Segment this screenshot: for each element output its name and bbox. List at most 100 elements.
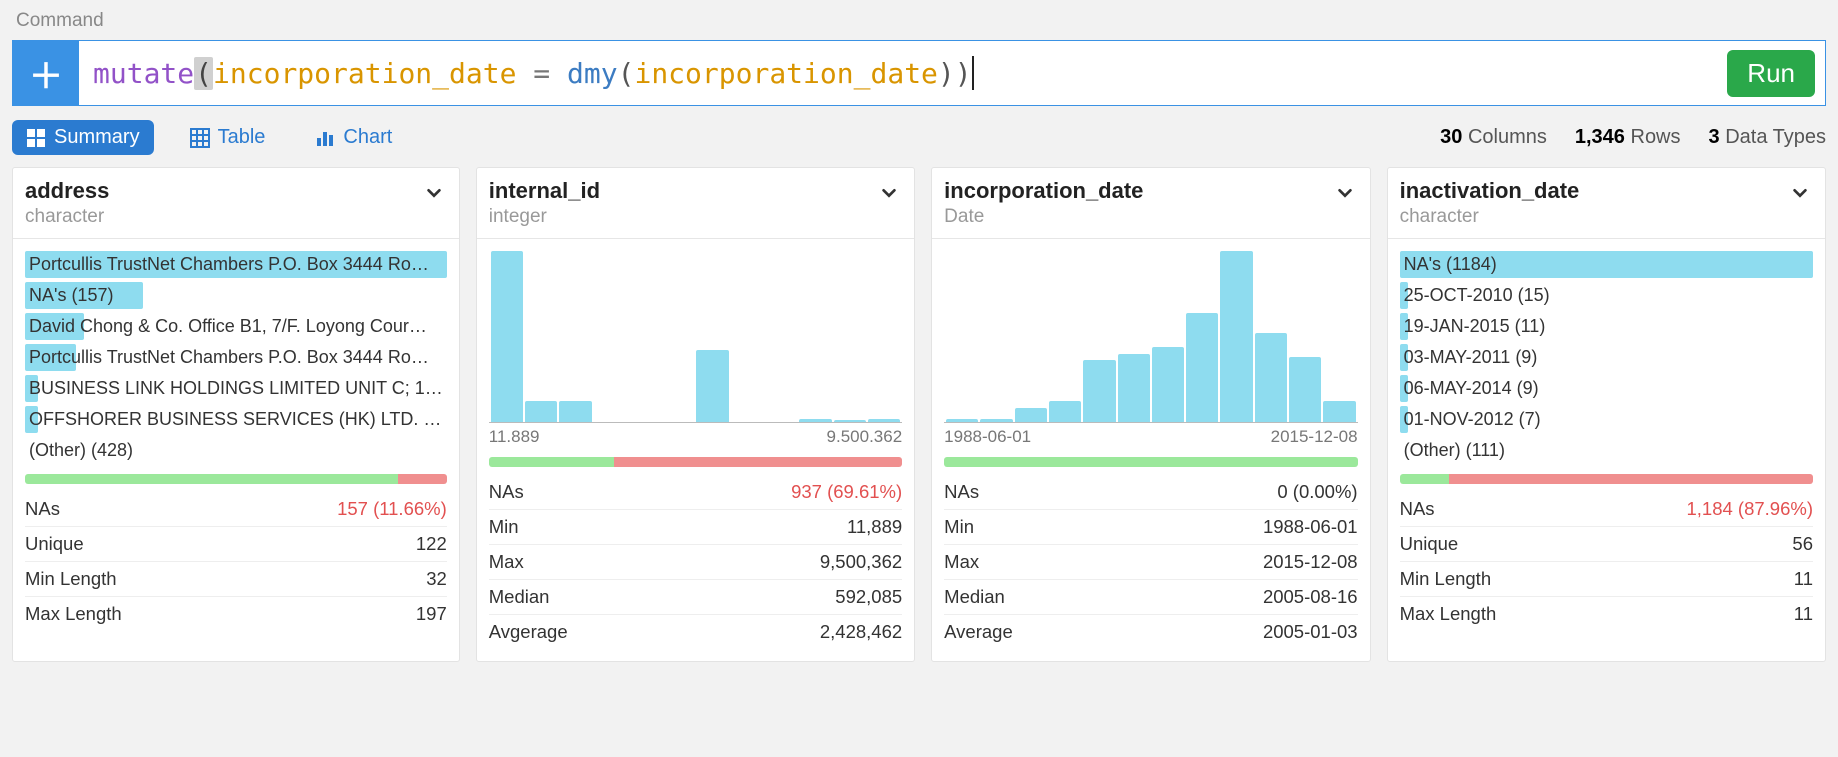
frequency-item[interactable]: 25-OCT-2010 (15) [1400,282,1813,309]
code-token-keyword: mutate [93,57,194,90]
frequency-item[interactable]: Portcullis TrustNet Chambers P.O. Box 34… [25,251,447,278]
frequency-item[interactable]: 06-MAY-2014 (9) [1400,375,1813,402]
na-proportion-bar [1400,474,1813,484]
stats-row: NAs0 (0.00%) [944,475,1357,510]
run-button[interactable]: Run [1727,50,1815,97]
stats-row: Unique 56 [1400,527,1813,562]
histogram-bar [1289,357,1321,422]
frequency-label: Portcullis TrustNet Chambers P.O. Box 34… [29,254,429,274]
stats-row: NAs1,184 (87.96%) [1400,492,1813,527]
stats-value: 11 [1794,568,1813,590]
histogram-bar [1118,354,1150,422]
tab-table[interactable]: Table [176,120,280,155]
na-proportion-bar [944,457,1357,467]
code-token-operator: = [516,57,567,90]
tab-summary[interactable]: Summary [12,120,154,155]
histogram-bar [525,401,557,422]
stats-value: 9,500,362 [820,551,902,573]
column-summary-card: addresscharacterPortcullis TrustNet Cham… [12,167,460,662]
frequency-item[interactable]: David Chong & Co. Office B1, 7/F. Loyong… [25,313,447,340]
frequency-label: Portcullis TrustNet Chambers P.O. Box 34… [29,347,429,367]
stats-value: 592,085 [835,586,902,608]
column-menu-button[interactable] [1787,178,1813,212]
stats-row: Max Length11 [1400,597,1813,631]
stats-key: Unique [1400,533,1459,555]
frequency-item[interactable]: 03-MAY-2011 (9) [1400,344,1813,371]
stats-key: Max [944,551,979,573]
stats-row: Avgerage2,428,462 [489,615,902,649]
histogram-max-label: 2015-12-08 [1271,427,1358,447]
frequency-item[interactable]: (Other) (428) [25,437,447,464]
histogram-bar [799,419,831,422]
frequency-label: 06-MAY-2014 (9) [1404,378,1539,398]
stats-row: Max2015-12-08 [944,545,1357,580]
stats-row: Min Length32 [25,562,447,597]
histogram: 1988-06-012015-12-08 [944,247,1357,447]
tab-chart[interactable]: Chart [301,120,406,155]
divider [1388,238,1825,239]
na-bar-na-segment [398,474,447,484]
command-input[interactable]: mutate(incorporation_date = dmy(incorpor… [79,41,1727,105]
stats-value: 0 (0.00%) [1277,481,1357,503]
rows-count: 1,346 [1575,126,1625,148]
code-token-paren: ) [955,57,972,90]
column-type: character [1400,206,1580,228]
frequency-label: NA's (1184) [1404,254,1497,274]
histogram-bar [491,251,523,422]
divider [13,238,459,239]
frequency-label: 03-MAY-2011 (9) [1404,347,1538,367]
histogram-bar [1255,333,1287,422]
frequency-item[interactable]: (Other) (111) [1400,437,1813,464]
stats-key: Max Length [25,603,122,625]
histogram-bar [980,419,1012,422]
summary-cards: address character Portcullis TrustNet Cham… [12,167,1826,662]
column-name: address [25,178,109,204]
frequency-item[interactable]: OFFSHORER BUSINESS SERVICES (HK) LTD. … [25,406,447,433]
stats-value: 1988-06-01 [1263,516,1358,538]
column-menu-button[interactable] [1332,178,1358,212]
stats-row: Min 11,889 [489,510,902,545]
stats-table: NAs937 (69.61%)Min11,889Max9,500,362Medi… [489,475,902,649]
frequency-item[interactable]: NA's (157) [25,282,447,309]
columns-label: Columns [1462,126,1546,148]
column-menu-button[interactable] [876,178,902,212]
frequency-label: David Chong & Co. Office B1, 7/F. Loyong… [29,316,427,336]
frequency-item[interactable]: 01-NOV-2012 (7) [1400,406,1813,433]
stats-value: 2005-01-03 [1263,621,1358,643]
add-step-button[interactable]: ＋ [13,41,79,105]
histogram-bar [1083,360,1115,422]
table-icon [190,128,210,148]
stats-key: Min Length [25,568,117,590]
histogram-bar [559,401,591,422]
code-token-identifier: incorporation_date [634,57,937,90]
histogram-min-label: 11.889 [489,427,540,447]
frequency-label: NA's (157) [29,285,113,305]
column-name: incorporation_date [944,178,1143,204]
histogram-bar [834,420,866,422]
histogram: 11.8899.500.362 [489,247,902,447]
types-label: Data Types [1720,126,1826,148]
stats-key: Min [489,516,519,538]
stats-row: Max 9,500,362 [489,545,902,580]
frequency-item[interactable]: BUSINESS LINK HOLDINGS LIMITED UNIT C; 1… [25,375,447,402]
frequency-label: 01-NOV-2012 (7) [1404,409,1541,429]
column-type: integer [489,206,600,228]
stats-value: 2,428,462 [820,621,902,643]
frequency-item[interactable]: 19-JAN-2015 (11) [1400,313,1813,340]
stats-row: Average2005-01-03 [944,615,1357,649]
column-menu-button[interactable] [421,178,447,212]
stats-key: Max [489,551,524,573]
histogram-bar [1015,408,1047,422]
frequency-item[interactable]: NA's (1184) [1400,251,1813,278]
frequency-label: BUSINESS LINK HOLDINGS LIMITED UNIT C; 1… [29,378,443,398]
column-summary-card: inactivation_datecharacterNA's (1184)25-… [1387,167,1826,662]
frequency-label: (Other) (111) [1404,440,1505,460]
code-token-identifier: incorporation_date [213,57,516,90]
frequency-list: NA's (1184) 25-OCT-2010 (15) 19-JAN-2015 (… [1400,251,1813,464]
frequency-item[interactable]: Portcullis TrustNet Chambers P.O. Box 34… [25,344,447,371]
stats-row: Unique122 [25,527,447,562]
stats-value: 11,889 [847,516,902,538]
column-summary-card: incorporation_dateDate1988-06-012015-12-… [931,167,1370,662]
stats-value: 56 [1792,533,1813,555]
histogram-bar [1152,347,1184,422]
